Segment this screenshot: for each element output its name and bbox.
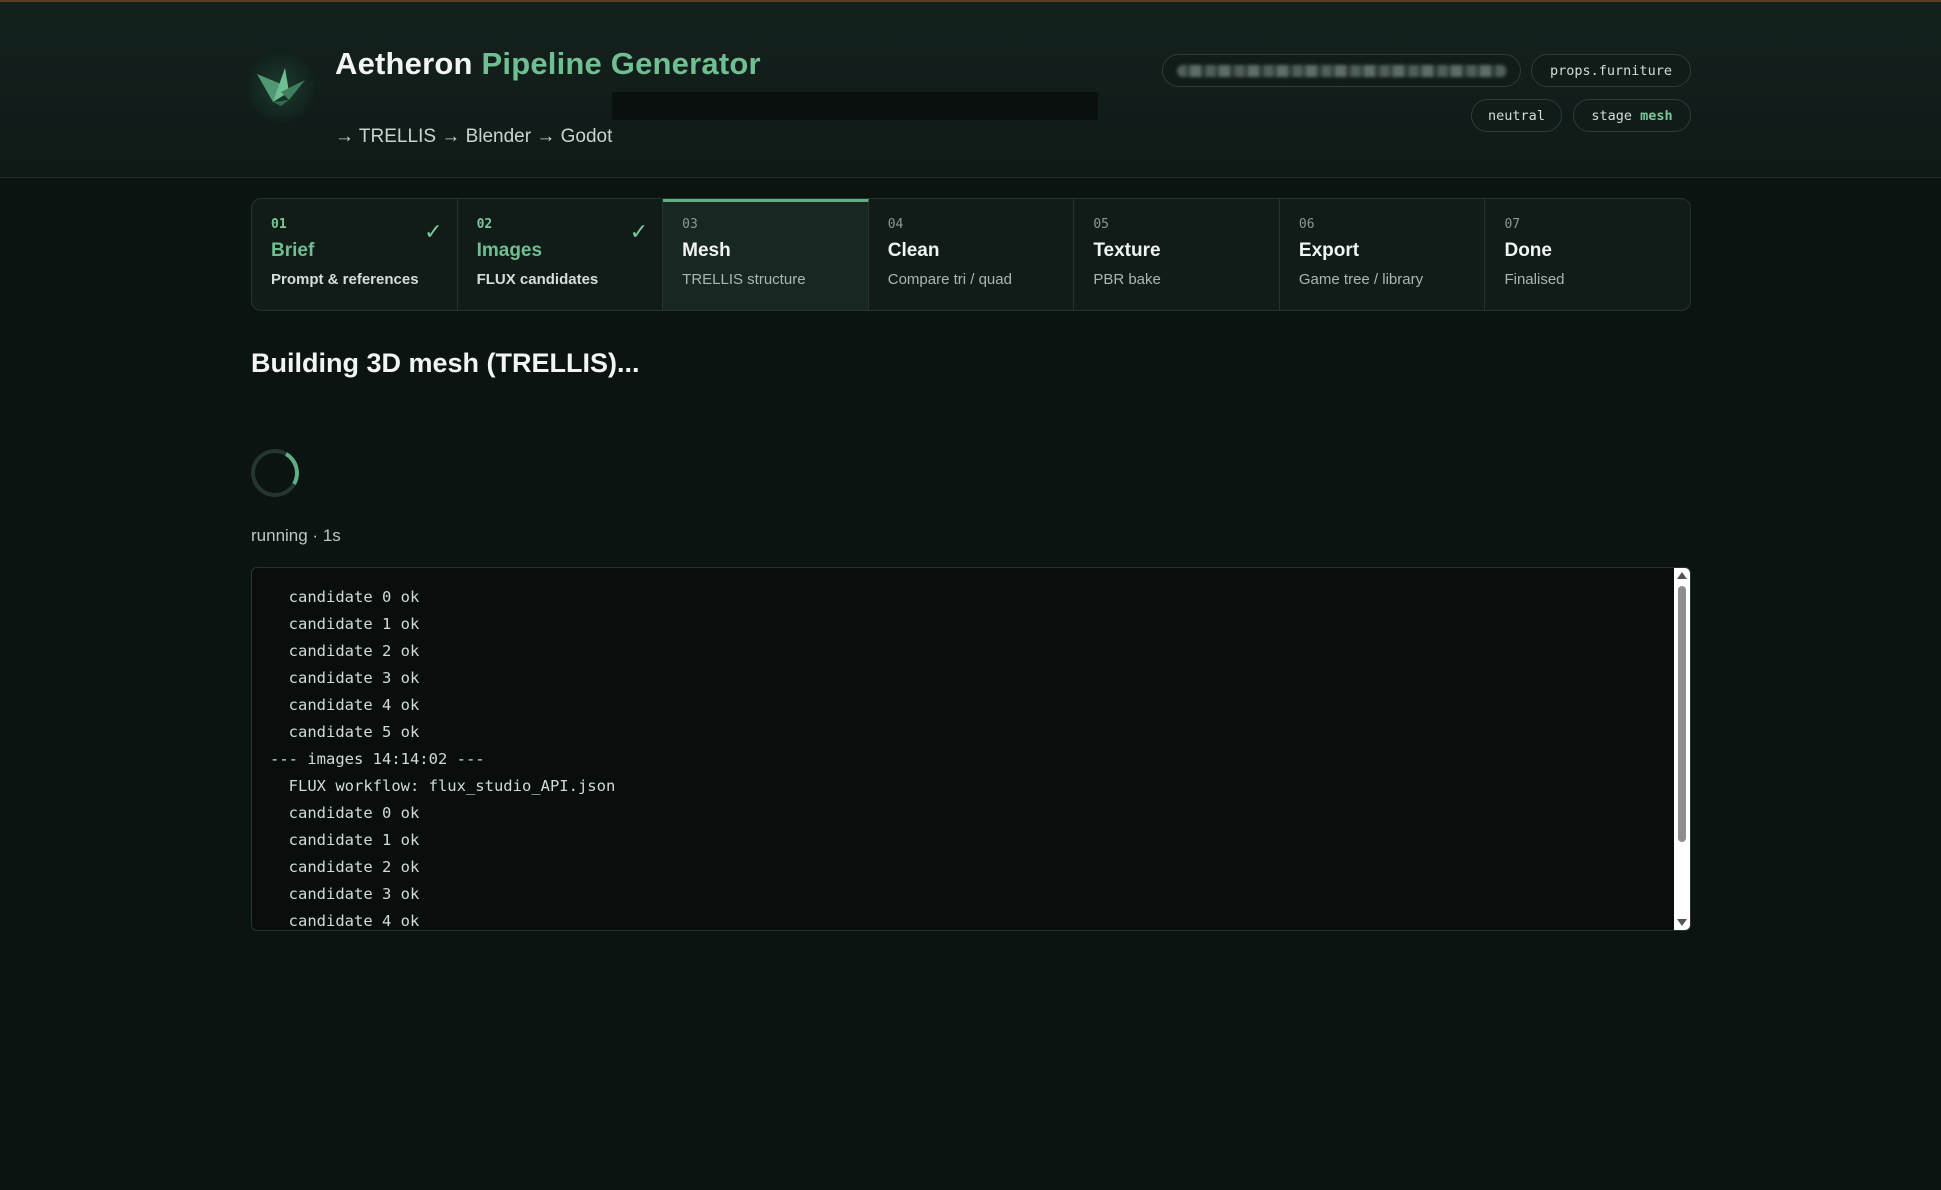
status-text: running · 1s: [251, 526, 341, 545]
checkmark-icon: ✓: [629, 219, 649, 244]
redacted-chip: [1162, 54, 1521, 87]
pipeline-subtitle: → TRELLIS → Blender → Godot: [335, 126, 613, 147]
app-title: Aetheron Pipeline Generator: [335, 46, 761, 82]
log-line: candidate 4 ok: [270, 696, 420, 714]
app-title-product: Pipeline Generator: [481, 46, 761, 81]
crane-logo-icon: [246, 52, 316, 122]
step-brief[interactable]: 01 Brief Prompt & references ✓: [252, 199, 458, 310]
step-name: Clean: [887, 240, 940, 261]
step-description: Prompt & references: [271, 271, 419, 288]
step-number: 03: [682, 217, 698, 232]
log-output[interactable]: candidate 0 ok candidate 1 ok candidate …: [251, 567, 1691, 931]
log-line: candidate 0 ok: [270, 588, 420, 606]
step-images[interactable]: 02 Images FLUX candidates ✓: [458, 199, 664, 310]
log-line: candidate 3 ok: [270, 885, 420, 903]
step-number: 06: [1298, 217, 1315, 232]
step-number: 05: [1093, 217, 1109, 232]
step-name: Mesh: [682, 240, 731, 261]
step-description: PBR bake: [1093, 271, 1161, 288]
log-line: candidate 2 ok: [270, 642, 420, 660]
step-mesh[interactable]: 03 Mesh TRELLIS structure: [663, 199, 869, 310]
loading-spinner-icon: [245, 443, 305, 503]
step-description: FLUX candidates: [476, 271, 599, 288]
app-title-brand: Aetheron: [335, 46, 473, 81]
page-title: Building 3D mesh (TRELLIS)...: [251, 348, 640, 378]
stage-chip-value: mesh: [1640, 107, 1673, 124]
scroll-up-arrow-icon[interactable]: [1677, 572, 1687, 579]
step-export[interactable]: 06 Export Game tree / library: [1280, 199, 1486, 310]
step-done[interactable]: 07 Done Finalised: [1485, 199, 1690, 310]
step-number: 04: [887, 217, 904, 232]
redacted-bar: [612, 92, 1098, 120]
step-description: Finalised: [1504, 271, 1565, 288]
step-name: Export: [1298, 240, 1360, 261]
log-line: candidate 3 ok: [270, 669, 420, 687]
app-header: Aetheron Pipeline Generator → TRELLIS → …: [0, 2, 1941, 178]
log-line: candidate 4 ok: [270, 912, 420, 930]
step-texture[interactable]: 05 Texture PBR bake: [1074, 199, 1280, 310]
step-description: Compare tri / quad: [887, 271, 1012, 288]
step-description: Game tree / library: [1298, 271, 1424, 288]
log-scrollbar[interactable]: [1674, 568, 1690, 930]
log-line: FLUX workflow: flux_studio_API.json: [270, 777, 616, 795]
log-line: candidate 5 ok: [270, 723, 420, 741]
log-line: --- images 14:14:02 ---: [270, 750, 485, 768]
log-line: candidate 1 ok: [270, 615, 420, 633]
step-description: TRELLIS structure: [682, 271, 806, 288]
step-number: 07: [1504, 217, 1521, 232]
scroll-down-arrow-icon[interactable]: [1677, 919, 1687, 926]
scrollbar-thumb[interactable]: [1678, 586, 1686, 842]
log-line: candidate 2 ok: [270, 858, 420, 876]
pipeline-steps: 01 Brief Prompt & references ✓ 02 Images…: [251, 198, 1691, 311]
category-chip[interactable]: props.furniture: [1531, 54, 1691, 87]
stage-chip-label: stage: [1591, 107, 1632, 124]
step-name: Texture: [1093, 240, 1161, 261]
stage-chip: stage mesh: [1573, 99, 1691, 132]
log-lines: candidate 0 ok candidate 1 ok candidate …: [270, 584, 1660, 930]
step-clean[interactable]: 04 Clean Compare tri / quad: [869, 199, 1075, 310]
log-line: candidate 0 ok: [270, 804, 420, 822]
step-name: Done: [1504, 240, 1552, 261]
tone-chip[interactable]: neutral: [1471, 99, 1562, 132]
log-line: candidate 1 ok: [270, 831, 420, 849]
checkmark-icon: ✓: [424, 219, 443, 244]
